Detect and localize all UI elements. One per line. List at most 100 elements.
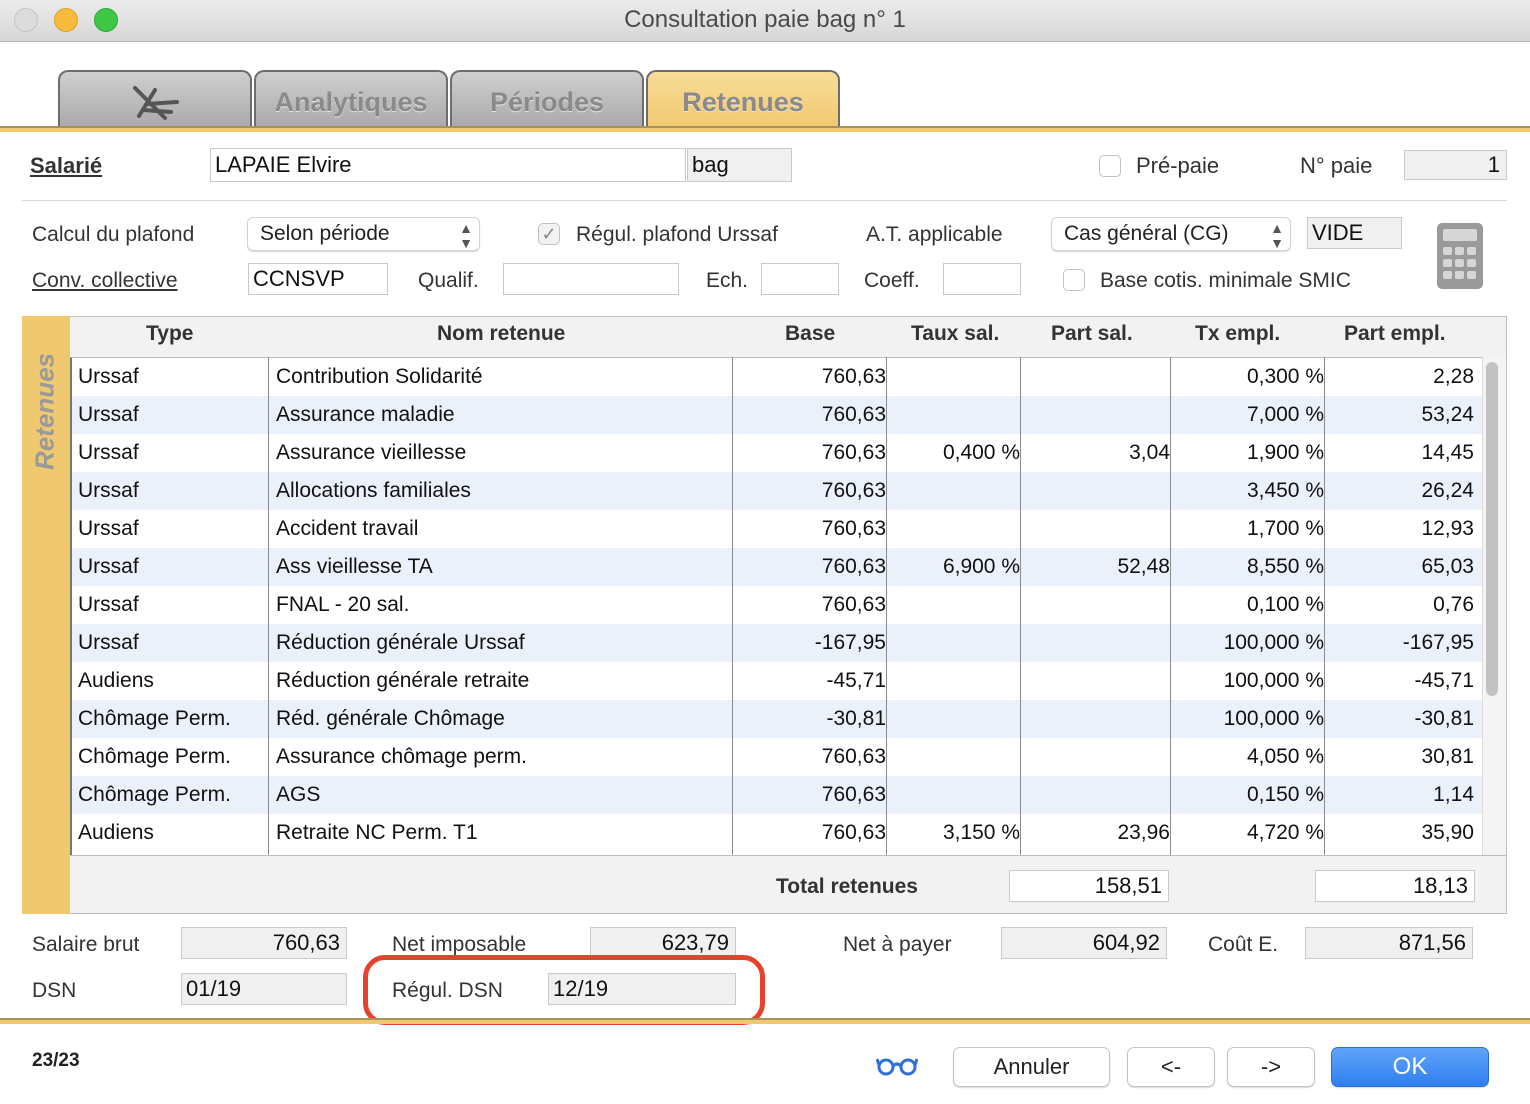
cell-nom: Assurance maladie xyxy=(276,403,455,426)
cell-nom: FNAL - 20 sal. xyxy=(276,593,410,616)
table-row[interactable]: Urssaf FNAL - 20 sal. 760,63 0,100 % 0,76 xyxy=(72,586,1482,624)
prepaie-checkbox[interactable] xyxy=(1099,155,1121,177)
cell-type: Urssaf xyxy=(78,631,139,654)
cell-base: 760,63 xyxy=(821,821,886,844)
cell-tx-empl: 4,720 % xyxy=(1246,821,1324,844)
cell-taux-sal xyxy=(890,510,1020,548)
table-row[interactable]: Chômage Perm. AGS 760,63 0,150 % 1,14 xyxy=(72,776,1482,814)
table-row[interactable]: Urssaf Assurance vieillesse 760,63 0,400 % 3… xyxy=(72,434,1482,472)
cell-type: Chômage Perm. xyxy=(78,707,231,730)
cout-employeur-field: 871,56 xyxy=(1305,927,1473,959)
coeff-field[interactable] xyxy=(943,263,1021,295)
cell-nom: Réd. générale Chômage xyxy=(276,707,505,730)
table-row[interactable]: Audiens Réduction générale retraite -45,71… xyxy=(72,662,1482,700)
ok-button[interactable]: OK xyxy=(1331,1047,1489,1087)
table-row[interactable]: Urssaf Assurance maladie 760,63 7,000 % 53,2… xyxy=(72,396,1482,434)
total-part-empl-field: 18,13 xyxy=(1315,870,1475,902)
cell-base: 760,63 xyxy=(821,517,886,540)
cell-part-sal xyxy=(1024,624,1170,662)
column-header-type[interactable]: Type xyxy=(146,322,193,346)
cell-part-empl: -167,95 xyxy=(1402,631,1474,654)
salarie-name-field[interactable]: LAPAIE Elvire xyxy=(210,148,686,182)
table-scrollbar-thumb[interactable] xyxy=(1486,362,1498,696)
cell-nom: Ass vieillesse TA xyxy=(276,555,433,578)
tab-retenues[interactable]: Retenues xyxy=(646,70,840,128)
at-applicable-select[interactable]: Cas général (CG) ▲ ▼ xyxy=(1051,217,1291,251)
ech-field[interactable] xyxy=(761,263,839,295)
cell-base: 760,63 xyxy=(821,555,886,578)
calcul-plafond-label: Calcul du plafond xyxy=(32,223,195,246)
cell-tx-empl: 100,000 % xyxy=(1223,631,1324,654)
cell-base: -167,95 xyxy=(814,631,886,654)
cell-base: 760,63 xyxy=(821,441,886,464)
column-header-part-sal[interactable]: Part sal. xyxy=(1051,322,1133,346)
cancel-button[interactable]: Annuler xyxy=(953,1047,1110,1087)
conv-collective-field[interactable]: CCNSVP xyxy=(248,263,388,295)
calculator-icon[interactable] xyxy=(1436,222,1484,290)
column-header-tx-empl[interactable]: Tx empl. xyxy=(1195,322,1280,346)
tab-analytiques[interactable]: Analytiques xyxy=(254,70,448,128)
cell-type: Chômage Perm. xyxy=(78,745,231,768)
cell-part-empl: 53,24 xyxy=(1421,403,1474,426)
table-row[interactable]: Urssaf Ass vieillesse TA 760,63 6,900 % 52,4… xyxy=(72,548,1482,586)
base-smic-checkbox[interactable] xyxy=(1063,269,1085,291)
conv-collective-label[interactable]: Conv. collective xyxy=(32,269,178,293)
cell-type: Urssaf xyxy=(78,365,139,388)
qualif-field[interactable] xyxy=(503,263,679,295)
column-header-base[interactable]: Base xyxy=(785,322,835,346)
column-header-taux-sal[interactable]: Taux sal. xyxy=(911,322,999,346)
table-row[interactable]: Urssaf Allocations familiales 760,63 3,450 … xyxy=(72,472,1482,510)
cell-base: 760,63 xyxy=(821,479,886,502)
column-divider xyxy=(1324,357,1325,855)
npaie-field[interactable]: 1 xyxy=(1404,150,1507,180)
cell-base: 760,63 xyxy=(821,783,886,806)
cell-taux-sal xyxy=(890,396,1020,434)
cell-nom: Retraite NC Perm. T1 xyxy=(276,821,478,844)
npaie-label: N° paie xyxy=(1300,153,1373,178)
previous-button[interactable]: <- xyxy=(1127,1047,1215,1087)
at-code-field[interactable]: VIDE xyxy=(1307,217,1402,249)
at-applicable-label: A.T. applicable xyxy=(866,223,1003,246)
cell-taux-sal xyxy=(890,358,1020,396)
cell-nom: Réduction générale Urssaf xyxy=(276,631,525,654)
cell-tx-empl: 1,700 % xyxy=(1246,517,1324,540)
total-part-sal-field: 158,51 xyxy=(1009,870,1169,902)
table-row[interactable]: Urssaf Réduction générale Urssaf -167,95 10… xyxy=(72,624,1482,662)
retenues-rows[interactable]: Urssaf Contribution Solidarité 760,63 0,300… xyxy=(70,357,1482,855)
next-button[interactable]: -> xyxy=(1227,1047,1315,1087)
tab-general[interactable] xyxy=(58,70,252,128)
cell-tx-empl: 3,450 % xyxy=(1246,479,1324,502)
glasses-icon[interactable] xyxy=(875,1055,919,1083)
tab-periodes[interactable]: Périodes xyxy=(450,70,644,128)
cell-type: Urssaf xyxy=(78,403,139,426)
cell-base: -45,71 xyxy=(826,669,886,692)
dsn-label: DSN xyxy=(32,979,77,1002)
regul-plafond-checkbox[interactable]: ✓ xyxy=(538,223,560,245)
column-header-part-empl[interactable]: Part empl. xyxy=(1344,322,1446,346)
net-a-payer-field: 604,92 xyxy=(1001,927,1167,959)
table-row[interactable]: Urssaf Accident travail 760,63 1,700 % 12,93 xyxy=(72,510,1482,548)
salarie-code-field[interactable]: bag xyxy=(687,148,792,182)
column-divider xyxy=(1170,357,1171,855)
cell-tx-empl: 0,300 % xyxy=(1246,365,1324,388)
cell-part-empl: 14,45 xyxy=(1421,441,1474,464)
cell-part-sal xyxy=(1024,586,1170,624)
table-row[interactable]: Urssaf Contribution Solidarité 760,63 0,300… xyxy=(72,358,1482,396)
table-row[interactable]: Chômage Perm. Assurance chômage perm. 760,… xyxy=(72,738,1482,776)
cell-taux-sal: 6,900 % xyxy=(942,555,1020,578)
table-row[interactable]: Audiens Retraite NC Perm. T1 760,63 3,150 %… xyxy=(72,814,1482,852)
footer-line xyxy=(0,1018,1530,1024)
cell-part-empl: 26,24 xyxy=(1421,479,1474,502)
record-counter: 23/23 xyxy=(32,1050,80,1071)
cell-part-sal xyxy=(1024,776,1170,814)
cell-type: Urssaf xyxy=(78,593,139,616)
column-header-nom[interactable]: Nom retenue xyxy=(437,322,565,346)
calcul-plafond-select[interactable]: Selon période ▲ ▼ xyxy=(247,217,480,251)
salarie-label[interactable]: Salarié xyxy=(30,153,102,179)
cell-nom: Assurance chômage perm. xyxy=(276,745,527,768)
table-row[interactable]: Chômage Perm. Réd. générale Chômage -30,81… xyxy=(72,700,1482,738)
highlight-box xyxy=(363,955,765,1025)
cell-part-empl: 30,81 xyxy=(1421,745,1474,768)
cell-part-empl: 0,76 xyxy=(1433,593,1474,616)
column-divider xyxy=(732,357,733,855)
